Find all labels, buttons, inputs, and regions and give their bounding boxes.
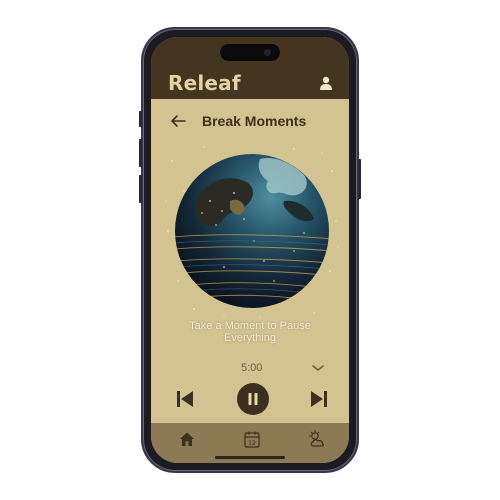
caption-line-1: Take a Moment to Pause <box>189 320 311 332</box>
camera-icon <box>264 49 271 56</box>
home-icon[interactable] <box>177 429 197 449</box>
page-title: Break Moments <box>202 113 307 129</box>
player-controls <box>151 381 349 417</box>
skip-next-icon[interactable] <box>308 388 330 410</box>
caption-line-2: Everything <box>224 332 276 344</box>
power-button <box>358 159 361 199</box>
page-header: Break Moments <box>151 110 349 132</box>
skip-previous-icon[interactable] <box>174 388 196 410</box>
app-logo: Releaf <box>168 71 241 95</box>
globe-artwork <box>165 146 339 318</box>
pause-icon <box>248 393 258 405</box>
arrow-left-icon[interactable] <box>169 112 187 130</box>
user-icon[interactable] <box>319 76 333 90</box>
calendar-icon[interactable]: 12 <box>242 429 262 449</box>
dynamic-island <box>220 44 280 61</box>
volume-up-button <box>139 139 142 167</box>
chevron-down-icon[interactable] <box>311 363 325 373</box>
track-caption: Take a Moment to Pause Everything <box>151 320 349 344</box>
calendar-day: 12 <box>248 440 256 447</box>
track-duration: 5:00 <box>241 362 263 374</box>
pause-button[interactable] <box>237 383 269 415</box>
home-indicator <box>215 456 285 459</box>
app-screen: Releaf Break Moments Take a Moment to Pa… <box>151 37 349 463</box>
volume-down-button <box>139 175 142 203</box>
weather-icon[interactable] <box>307 429 327 449</box>
phone-frame: Releaf Break Moments Take a Moment to Pa… <box>139 27 361 473</box>
action-button <box>139 111 142 127</box>
bottom-tab-bar: 12 <box>151 423 349 463</box>
